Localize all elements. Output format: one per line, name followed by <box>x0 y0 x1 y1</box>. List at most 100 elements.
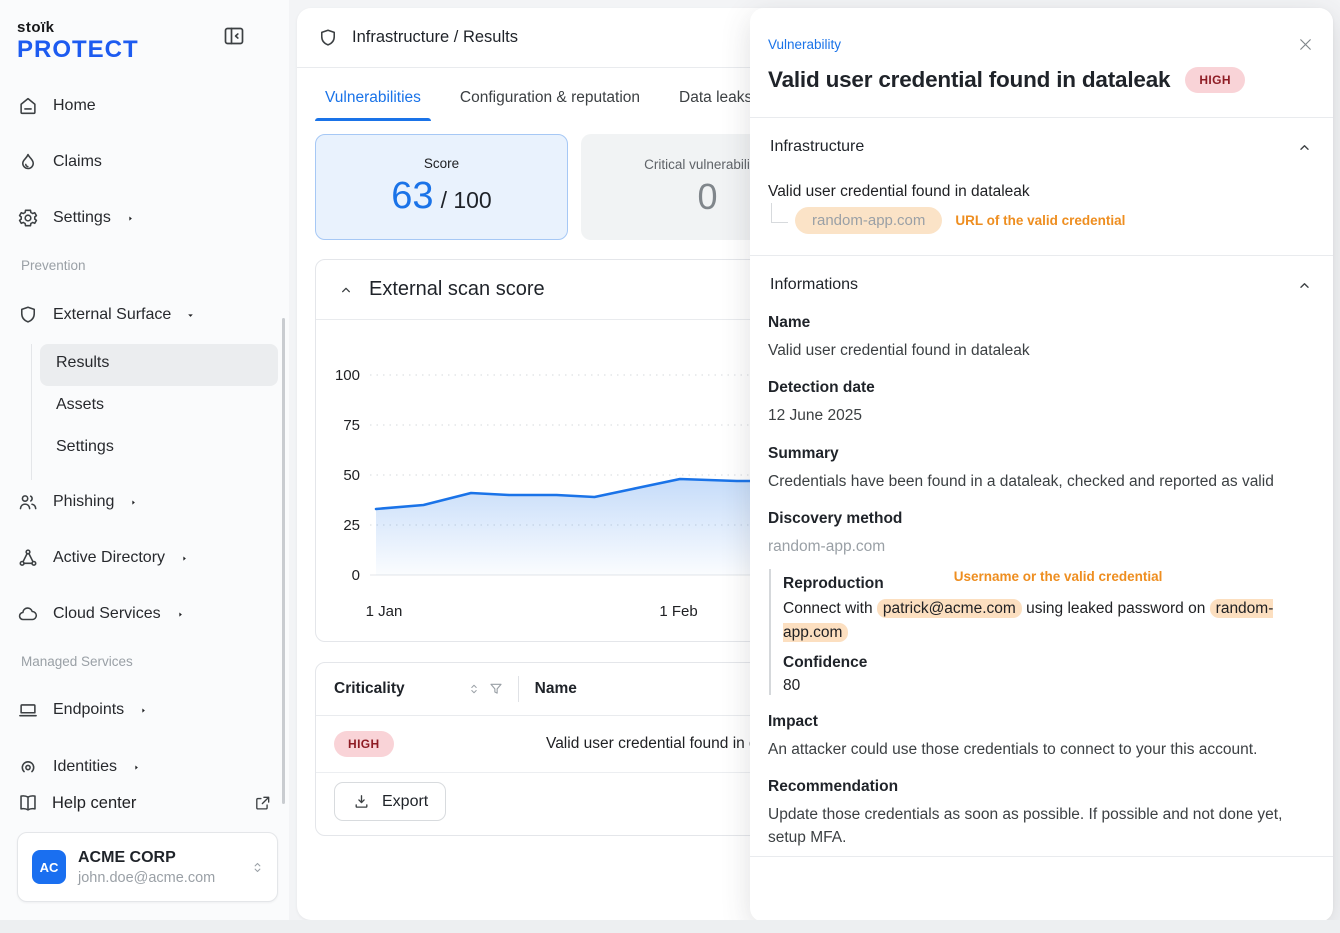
column-divider <box>518 676 519 702</box>
sidebar-scrollbar[interactable] <box>282 318 285 804</box>
chevron-up-icon[interactable] <box>1296 277 1313 294</box>
svg-text:25: 25 <box>343 517 360 534</box>
svg-text:1 Jan: 1 Jan <box>366 603 403 620</box>
field-label: Detection date <box>768 379 1315 397</box>
reproduction-annotation: Username or the valid credential <box>954 569 1163 584</box>
filter-funnel-icon[interactable] <box>488 681 504 697</box>
sidebar-item-help-center[interactable]: Help center <box>17 792 272 814</box>
svg-text:100: 100 <box>335 367 360 384</box>
sidebar-item-external-surface[interactable]: External Surface <box>17 302 196 328</box>
score-card: Score 63 / 100 <box>315 134 568 240</box>
reproduction-block: Reproduction Username or the valid crede… <box>769 569 1315 695</box>
section-title: Informations <box>770 276 858 294</box>
tab-vulnerabilities[interactable]: Vulnerabilities <box>315 83 431 121</box>
sidebar-item-endpoints[interactable]: Endpoints <box>17 697 149 723</box>
app-logo: stoïk PROTECT <box>17 20 139 62</box>
network-nodes-icon <box>17 547 39 569</box>
user-account-switcher[interactable]: AC ACME CORP john.doe@acme.com <box>17 832 278 902</box>
sidebar-subitem-settings[interactable]: Settings <box>56 438 114 456</box>
sidebar-collapse-icon[interactable] <box>222 24 246 48</box>
field-value: Update those credentials as soon as poss… <box>768 804 1313 849</box>
caret-down-icon <box>185 310 196 321</box>
confidence-value: 80 <box>783 677 1315 695</box>
sidebar-item-claims[interactable]: Claims <box>17 149 102 175</box>
chevron-up-icon[interactable] <box>1296 139 1313 156</box>
field-summary: Summary Credentials have been found in a… <box>768 445 1315 493</box>
sidebar-item-label: Identities <box>53 758 117 776</box>
sidebar-item-active-directory[interactable]: Active Directory <box>17 545 190 571</box>
severity-badge: HIGH <box>1185 67 1245 93</box>
sidebar-item-phishing[interactable]: Phishing <box>17 489 139 515</box>
field-recommendation: Recommendation Update those credentials … <box>768 778 1315 849</box>
panel-kicker-link[interactable]: Vulnerability <box>768 37 841 52</box>
sidebar-item-home[interactable]: Home <box>17 93 96 119</box>
people-icon <box>17 491 39 513</box>
fingerprint-icon <box>17 756 39 778</box>
caret-right-icon <box>138 705 149 716</box>
subnav-guide-line <box>31 344 32 480</box>
score-card-label: Score <box>424 156 459 171</box>
field-value: Credentials have been found in a datalea… <box>768 471 1313 493</box>
caret-right-icon <box>125 213 136 224</box>
section-title: Infrastructure <box>770 138 864 156</box>
field-label: Impact <box>768 713 1315 731</box>
caret-right-icon <box>179 553 190 564</box>
vulnerability-detail-panel: Vulnerability Valid user credential foun… <box>750 8 1333 922</box>
svg-text:1 Feb: 1 Feb <box>659 603 697 620</box>
divider <box>750 856 1333 857</box>
sidebar-item-identities[interactable]: Identities <box>17 754 142 780</box>
infrastructure-asset-pill[interactable]: random-app.com <box>795 207 942 234</box>
home-icon <box>17 95 39 117</box>
column-criticality: Criticality <box>334 680 405 698</box>
close-icon[interactable] <box>1296 35 1315 54</box>
caret-right-icon <box>128 497 139 508</box>
field-impact: Impact An attacker could use those crede… <box>768 713 1315 761</box>
sidebar-item-label: Home <box>53 97 96 115</box>
sidebar-subitem-assets[interactable]: Assets <box>56 396 104 414</box>
sidebar-subitem-results[interactable]: Results <box>56 354 109 372</box>
logo-wordmark-top: stoïk <box>17 20 139 35</box>
window-bottom-edge <box>0 920 1340 933</box>
sidebar-item-label: Settings <box>53 209 111 227</box>
external-link-icon <box>253 794 272 813</box>
sidebar-item-label: External Surface <box>53 306 171 324</box>
download-icon <box>352 792 371 811</box>
field-name: Name Valid user credential found in data… <box>768 314 1315 362</box>
svg-text:75: 75 <box>343 417 360 434</box>
panel-title: Valid user credential found in dataleak <box>768 67 1170 93</box>
sidebar-item-settings[interactable]: Settings <box>17 205 136 231</box>
sidebar-item-cloud-services[interactable]: Cloud Services <box>17 601 186 627</box>
sidebar: stoïk PROTECT Home Claims Settings Preve… <box>0 0 289 933</box>
svg-text:0: 0 <box>352 567 360 584</box>
sidebar-item-label: Active Directory <box>53 549 165 567</box>
infrastructure-root-node: Valid user credential found in dataleak <box>768 183 1315 201</box>
sidebar-footer: Help center AC ACME CORP john.doe@acme.c… <box>0 780 289 933</box>
infrastructure-tree-row: random-app.com URL of the valid credenti… <box>768 203 1315 237</box>
breadcrumb: Infrastructure / Results <box>352 28 518 47</box>
laptop-icon <box>17 699 39 721</box>
section-informations-header: Informations <box>768 256 1315 294</box>
sidebar-item-label: Phishing <box>53 493 114 511</box>
sidebar-item-label: Claims <box>53 153 102 171</box>
field-label: Recommendation <box>768 778 1315 796</box>
tab-data-leaks[interactable]: Data leaks <box>669 83 762 121</box>
chevron-up-icon[interactable] <box>338 282 354 298</box>
confidence-label: Confidence <box>783 654 1315 672</box>
help-center-label: Help center <box>52 794 136 813</box>
export-button[interactable]: Export <box>334 782 446 821</box>
field-label: Name <box>768 314 1315 332</box>
sort-icon[interactable] <box>467 682 481 696</box>
tab-configuration-reputation[interactable]: Configuration & reputation <box>450 83 650 121</box>
sidebar-item-label: Cloud Services <box>53 605 161 623</box>
svg-text:50: 50 <box>343 467 360 484</box>
chart-title: External scan score <box>369 278 545 301</box>
shield-icon <box>317 27 339 49</box>
field-value: Valid user credential found in dataleak <box>768 340 1313 362</box>
tree-connector <box>771 203 788 223</box>
asset-annotation: URL of the valid credential <box>955 213 1125 228</box>
selector-chevrons-icon <box>250 860 265 875</box>
avatar: AC <box>32 850 66 884</box>
credential-username-highlight: patrick@acme.com <box>877 599 1022 618</box>
user-email: john.doe@acme.com <box>78 870 215 886</box>
field-discovery-method: Discovery method random-app.com <box>768 510 1315 558</box>
